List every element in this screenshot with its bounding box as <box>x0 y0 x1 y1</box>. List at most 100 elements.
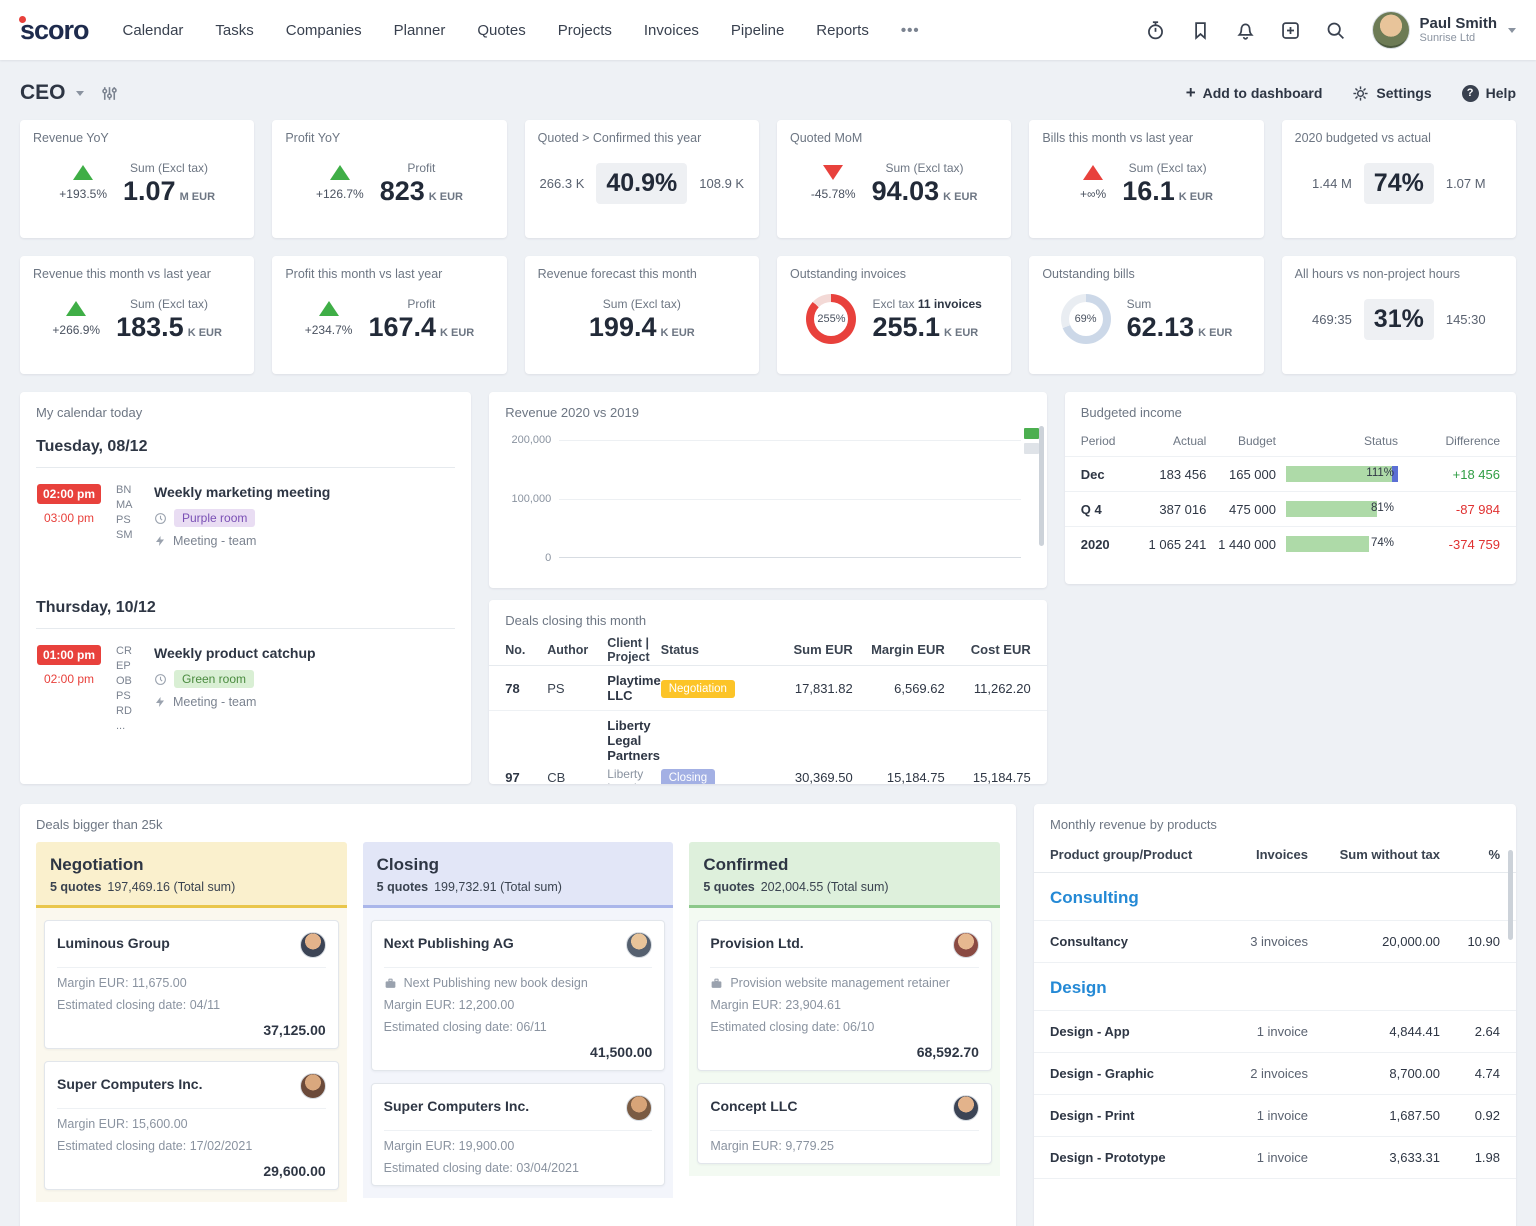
status-badge: Negotiation <box>661 680 735 698</box>
nav-item-pipeline[interactable]: Pipeline <box>731 22 784 39</box>
help-button[interactable]: ? Help <box>1462 85 1516 102</box>
donut-percent: 255% <box>817 313 845 325</box>
kpi-title: All hours vs non-project hours <box>1295 267 1503 281</box>
mid-row: My calendar today Tuesday, 08/12 02:00 p… <box>0 392 1536 784</box>
table-row[interactable]: Q 4 387 016 475 000 81% -87 984 <box>1065 491 1516 526</box>
avatar <box>300 932 326 958</box>
filter-sliders-icon[interactable] <box>100 84 119 103</box>
nav-item-calendar[interactable]: Calendar <box>123 22 184 39</box>
kpi-label: Sum <box>1127 297 1233 311</box>
kpi-card-bills-month[interactable]: Bills this month vs last year +∞% Sum (E… <box>1029 120 1263 238</box>
ratio-left-value: 1.44 M <box>1312 176 1352 191</box>
trend-percent: +234.7% <box>305 323 353 337</box>
search-icon[interactable] <box>1325 20 1346 41</box>
user-menu[interactable]: Paul Smith Sunrise Ltd <box>1372 11 1516 49</box>
calendar-event[interactable]: 01:00 pm 02:00 pm CR EP OB PS RD ... Wee… <box>20 629 471 742</box>
budgeted-income-panel: Budgeted income Period Actual Budget Sta… <box>1065 392 1516 584</box>
kpi-value: 167.4 <box>368 312 436 342</box>
nav-item-companies[interactable]: Companies <box>286 22 362 39</box>
kpi-title: Quoted MoM <box>790 131 998 145</box>
deal-card[interactable]: Super Computers Inc. Margin EUR: 15,600.… <box>44 1061 339 1190</box>
nav-more-menu[interactable]: ••• <box>901 22 920 39</box>
table-row[interactable]: Design - Print 1 invoice 1,687.50 0.92 <box>1034 1095 1516 1137</box>
table-row[interactable]: Consultancy 3 invoices 20,000.00 10.90 <box>1034 921 1516 963</box>
kpi-card-revenue-forecast[interactable]: Revenue forecast this month Sum (Excl ta… <box>525 256 759 374</box>
nav-item-tasks[interactable]: Tasks <box>215 22 253 39</box>
scrollbar[interactable] <box>1508 850 1513 940</box>
kpi-card-quoted-mom[interactable]: Quoted MoM -45.78% Sum (Excl tax) 94.03K… <box>777 120 1011 238</box>
status-badge: Closing <box>661 769 715 784</box>
table-header: Period Actual Budget Status Difference <box>1065 426 1516 456</box>
deal-card[interactable]: Provision Ltd. Provision website managem… <box>697 920 992 1071</box>
deal-card[interactable]: Luminous Group Margin EUR: 11,675.00 Est… <box>44 920 339 1049</box>
kpi-label: Sum (Excl tax) <box>872 161 978 175</box>
kpi-label: Sum (Excl tax) <box>589 297 695 311</box>
dashboard-title: CEO <box>20 81 66 105</box>
kpi-card-outstanding-invoices[interactable]: Outstanding invoices 255% Excl tax 11 in… <box>777 256 1011 374</box>
kpi-value: 255.1 <box>872 312 940 342</box>
dashboard-selector[interactable]: CEO <box>20 81 84 105</box>
calendar-event[interactable]: 02:00 pm 03:00 pm BN MA PS SM Weekly mar… <box>20 468 471 565</box>
nav-item-invoices[interactable]: Invoices <box>644 22 699 39</box>
kpi-row-2: Revenue this month vs last year +266.9% … <box>0 256 1536 374</box>
kpi-value: 199.4 <box>589 312 657 342</box>
kpi-card-profit-yoy[interactable]: Profit YoY +126.7% Profit 823K EUR <box>272 120 506 238</box>
nav-item-reports[interactable]: Reports <box>816 22 869 39</box>
kpi-title: Profit YoY <box>285 131 493 145</box>
kpi-label: Profit <box>380 161 463 175</box>
kpi-value: 62.13 <box>1127 312 1195 342</box>
settings-button[interactable]: Settings <box>1352 85 1431 102</box>
notifications-bell-icon[interactable] <box>1235 20 1256 41</box>
table-header: Product group/Product Invoices Sum witho… <box>1034 838 1516 873</box>
kpi-value: 823 <box>380 176 425 206</box>
avatar <box>626 932 652 958</box>
kpi-value: 16.1 <box>1122 176 1175 206</box>
table-row[interactable]: 2020 1 065 241 1 440 000 74% -374 759 <box>1065 526 1516 561</box>
revenue-bars[interactable] <box>559 440 1020 558</box>
kpi-unit: K EUR <box>944 327 978 339</box>
kpi-unit: M EUR <box>180 191 215 203</box>
deal-card[interactable]: Super Computers Inc. Margin EUR: 19,900.… <box>371 1083 666 1186</box>
chart-legend <box>1024 428 1039 454</box>
panel-title: Budgeted income <box>1065 392 1516 426</box>
add-to-dashboard-button[interactable]: + Add to dashboard <box>1186 83 1323 103</box>
chevron-down-icon <box>76 91 84 96</box>
kpi-card-profit-month[interactable]: Profit this month vs last year +234.7% P… <box>272 256 506 374</box>
ratio-left-value: 469:35 <box>1312 312 1352 327</box>
quick-add-icon[interactable] <box>1280 20 1301 41</box>
main-menu: Calendar Tasks Companies Planner Quotes … <box>123 22 920 39</box>
table-row[interactable]: Design - Graphic 2 invoices 8,700.00 4.7… <box>1034 1053 1516 1095</box>
ratio-percent: 40.9% <box>596 163 687 204</box>
product-group-link[interactable]: Design <box>1034 963 1516 1011</box>
kpi-card-hours[interactable]: All hours vs non-project hours 469:35 31… <box>1282 256 1516 374</box>
kpi-unit: K EUR <box>429 191 463 203</box>
trend-percent: +266.9% <box>52 323 100 337</box>
deal-card[interactable]: Next Publishing AG Next Publishing new b… <box>371 920 666 1071</box>
table-row[interactable]: Design - Prototype 1 invoice 3,633.31 1.… <box>1034 1137 1516 1179</box>
nav-item-quotes[interactable]: Quotes <box>477 22 525 39</box>
scoro-logo[interactable]: scoro <box>20 15 89 46</box>
table-header: No. Author Client | Project Status Sum E… <box>489 634 1046 666</box>
table-row[interactable]: Dec 183 456 165 000 111% +18 456 <box>1065 456 1516 491</box>
trend-down-icon <box>823 165 843 180</box>
kpi-card-outstanding-bills[interactable]: Outstanding bills 69% Sum 62.13K EUR <box>1029 256 1263 374</box>
table-row[interactable]: Design - App 1 invoice 4,844.41 2.64 <box>1034 1011 1516 1053</box>
scrollbar[interactable] <box>1039 426 1044 546</box>
table-row[interactable]: 97 CB Liberty Legal Partners Liberty Leg… <box>489 711 1046 784</box>
kpi-card-revenue-month[interactable]: Revenue this month vs last year +266.9% … <box>20 256 254 374</box>
table-row[interactable]: 78 PS Playtime LLC Negotiation 17,831.82… <box>489 666 1046 711</box>
deal-card[interactable]: Concept LLC Margin EUR: 9,779.25 <box>697 1083 992 1164</box>
product-group-link[interactable]: Consulting <box>1034 873 1516 921</box>
kpi-unit: K EUR <box>943 191 977 203</box>
kpi-title: Outstanding bills <box>1042 267 1250 281</box>
add-to-dashboard-label: Add to dashboard <box>1203 85 1323 101</box>
nav-item-projects[interactable]: Projects <box>558 22 612 39</box>
kpi-card-budgeted-vs-actual[interactable]: 2020 budgeted vs actual 1.44 M 74% 1.07 … <box>1282 120 1516 238</box>
kpi-card-quoted-confirmed[interactable]: Quoted > Confirmed this year 266.3 K 40.… <box>525 120 759 238</box>
bookmark-icon[interactable] <box>1190 20 1211 41</box>
kpi-card-revenue-yoy[interactable]: Revenue YoY +193.5% Sum (Excl tax) 1.07M… <box>20 120 254 238</box>
event-type: Meeting - team <box>173 695 256 709</box>
trend-up-icon <box>319 301 339 316</box>
nav-item-planner[interactable]: Planner <box>394 22 446 39</box>
timer-icon[interactable] <box>1145 20 1166 41</box>
